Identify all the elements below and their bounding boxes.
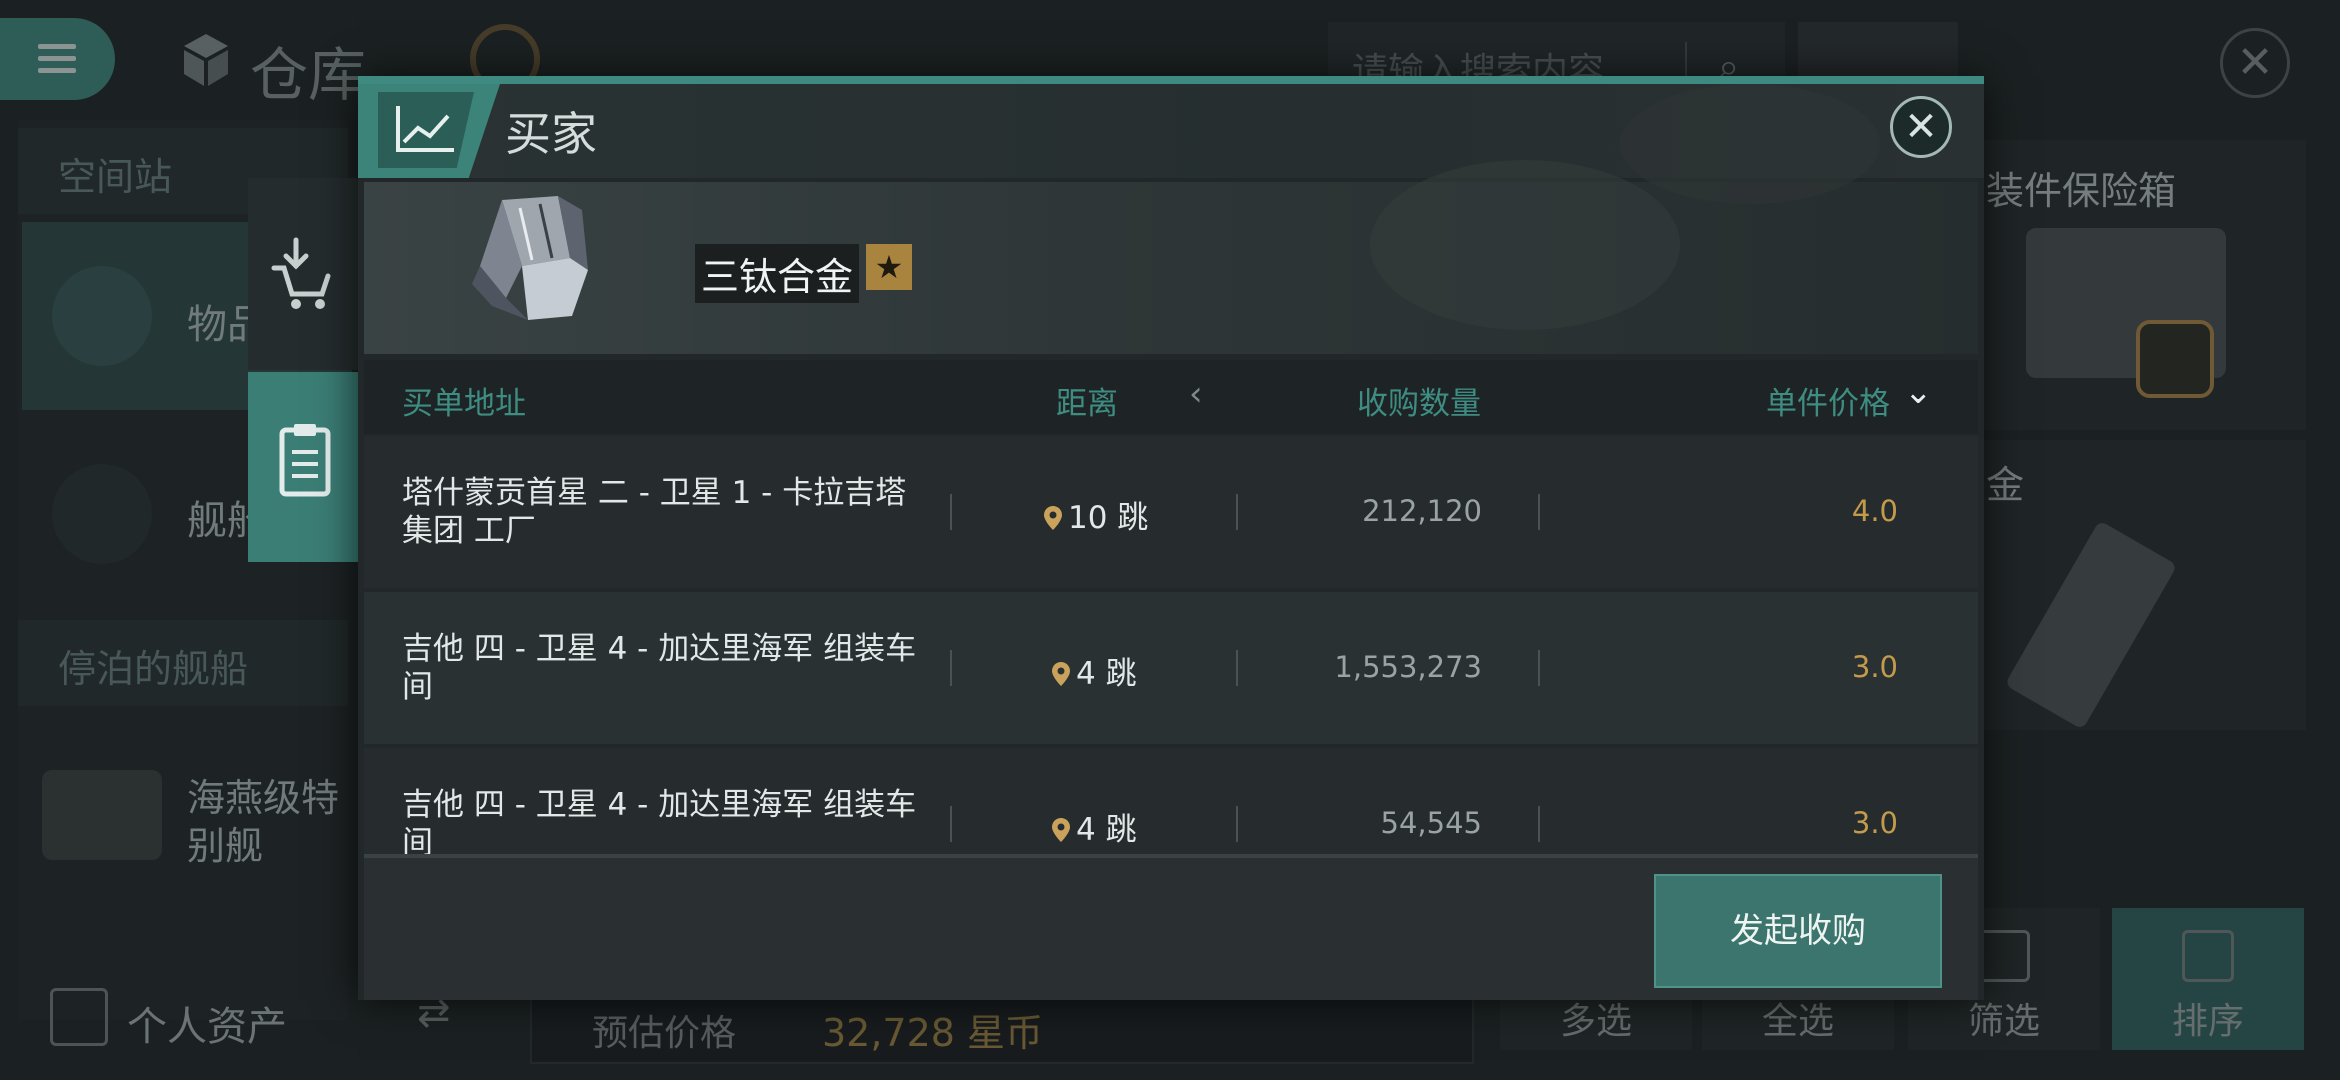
item-card[interactable]: 金: [1976, 440, 2306, 730]
warehouse-title: 仓库: [250, 41, 367, 109]
sort-button[interactable]: 排序: [2112, 908, 2304, 1050]
order-quantity: 54,545: [1380, 806, 1482, 840]
tab-buy-orders[interactable]: [248, 372, 360, 562]
dialog-title: 买家: [505, 107, 597, 161]
chevron-down-icon[interactable]: ⌄: [1904, 372, 1933, 412]
docked-ship-item[interactable]: 海燕级特别舰: [22, 720, 352, 900]
main-menu-button[interactable]: [0, 18, 115, 100]
planet-decoration: [1370, 160, 1680, 330]
location-pin-icon: [1044, 506, 1062, 530]
table-header: 买单地址 距离 ‹ 收购数量 单件价格 ⌄: [364, 360, 1978, 434]
ship-icon: [52, 464, 152, 564]
menu-icon: [38, 44, 76, 74]
sort-grid-icon: [2182, 930, 2234, 982]
item-name: 三钛合金: [695, 244, 860, 303]
column-divider: [950, 806, 952, 842]
column-divider: [1538, 806, 1540, 842]
order-quantity: 1,553,273: [1334, 650, 1482, 684]
column-divider: [1538, 494, 1540, 530]
close-icon[interactable]: ✕: [2220, 28, 2290, 98]
col-distance[interactable]: 距离: [1056, 378, 1118, 423]
create-buy-order-button[interactable]: 发起收购: [1654, 874, 1942, 988]
clipboard-icon: [279, 424, 331, 497]
safe-icon: [50, 988, 108, 1046]
ammo-badge-icon: [2136, 320, 2214, 398]
ingot-image: [2004, 520, 2178, 730]
col-address[interactable]: 买单地址: [402, 378, 526, 423]
col-price[interactable]: 单件价格: [1766, 378, 1890, 423]
column-divider: [950, 494, 952, 530]
dialog-accent-line: [358, 76, 1984, 84]
order-price: 3.0: [1851, 806, 1898, 840]
table-row[interactable]: 吉他 四 - 卫星 4 - 加达里海军 组装车间 4 跳 54,545 3.0: [364, 748, 1978, 854]
order-address: 吉他 四 - 卫星 4 - 加达里海军 组装车间: [402, 787, 917, 854]
cube-icon: [184, 34, 228, 86]
order-quantity: 212,120: [1362, 494, 1482, 528]
tritanium-alloy-icon: [472, 196, 588, 320]
tab-sell-orders[interactable]: [248, 178, 360, 370]
table-row[interactable]: 吉他 四 - 卫星 4 - 加达里海军 组装车间 4 跳 1,553,273 3…: [364, 592, 1978, 744]
col-quantity[interactable]: 收购数量: [1357, 378, 1481, 423]
chevron-left-icon[interactable]: ‹: [1189, 374, 1203, 414]
item-card[interactable]: 装件保险箱: [1976, 140, 2306, 430]
location-pin-icon: [1052, 818, 1070, 842]
dialog-close-button[interactable]: ✕: [1890, 96, 1952, 158]
create-buy-order-label: 发起收购: [1730, 911, 1866, 951]
planet-decoration: [1620, 84, 1880, 204]
column-divider: [1538, 650, 1540, 686]
table-row[interactable]: 塔什蒙贡首星 二 - 卫星 1 - 卡拉吉塔集团 工厂 10 跳 212,120…: [364, 436, 1978, 588]
close-icon: ✕: [1904, 104, 1938, 150]
cart-download-icon: [271, 237, 331, 309]
column-divider: [950, 650, 952, 686]
box-icon: [52, 266, 152, 366]
estimate-bar: 预估价格 32,728 星币: [530, 990, 1474, 1064]
sidebar-docked-header: 停泊的舰船: [18, 620, 348, 706]
order-address: 塔什蒙贡首星 二 - 卫星 1 - 卡拉吉塔集团 工厂: [402, 475, 907, 549]
ship-thumbnail: [42, 770, 162, 860]
location-pin-icon: [1052, 662, 1070, 686]
star-icon: ★: [866, 244, 912, 290]
filter-icon: [1978, 930, 2030, 982]
order-price: 4.0: [1851, 494, 1898, 528]
order-address: 吉他 四 - 卫星 4 - 加达里海军 组装车间: [402, 631, 917, 705]
order-price: 3.0: [1851, 650, 1898, 684]
